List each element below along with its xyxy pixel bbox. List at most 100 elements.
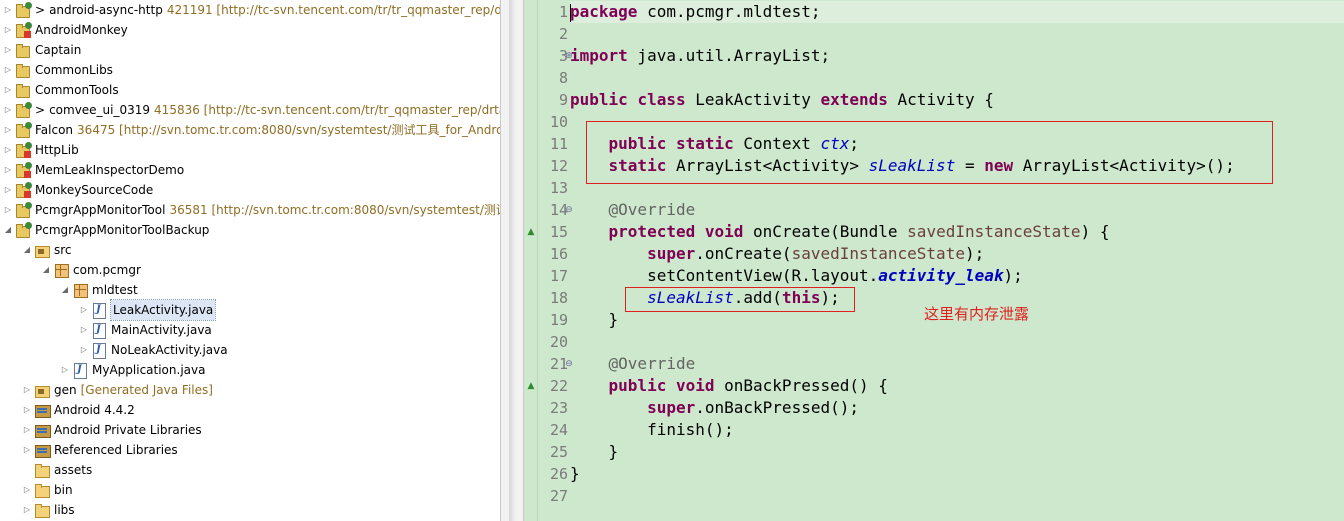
- line-number: 10: [549, 113, 568, 131]
- expanded-twistie-icon[interactable]: ◢: [40, 260, 52, 280]
- collapsed-twistie-icon[interactable]: ▷: [2, 40, 14, 60]
- collapsed-twistie-icon[interactable]: ▷: [21, 420, 33, 440]
- tree-item-decoration: 36581 [http://svn.tomc.tr.com:8080/svn/s…: [169, 203, 500, 217]
- code-line[interactable]: @Override: [570, 353, 696, 375]
- tree-item[interactable]: ▷ > android-async-http 421191 [http://tc-sv…: [2, 0, 500, 20]
- tree-item[interactable]: ▷ J MainActivity.java: [78, 320, 212, 340]
- folder-icon: [34, 462, 50, 478]
- collapsed-twistie-icon[interactable]: ▷: [2, 80, 14, 100]
- collapsed-twistie-icon[interactable]: ▷: [2, 140, 14, 160]
- panel-splitter[interactable]: [500, 0, 524, 521]
- project-icon: [15, 82, 31, 98]
- code-line[interactable]: finish();: [570, 419, 734, 441]
- collapsed-twistie-icon[interactable]: ▷: [2, 20, 14, 40]
- code-area[interactable]: package com.pcmgr.mldtest; import java.ut…: [570, 0, 1344, 521]
- code-token: Activity {: [887, 90, 994, 109]
- tree-item-decoration: 415836 [http://tc-svn.tencent.com/tr/tr_…: [154, 103, 500, 117]
- override-marker-icon[interactable]: ▲: [526, 375, 536, 397]
- code-line[interactable]: super.onCreate(savedInstanceState);: [570, 243, 984, 265]
- tree-item[interactable]: ◢ PcmgrAppMonitorToolBackup: [2, 220, 209, 240]
- code-line[interactable]: protected void onCreate(Bundle savedInst…: [570, 221, 1110, 243]
- collapsed-twistie-icon[interactable]: ▷: [2, 60, 14, 80]
- tree-item[interactable]: ▷ J LeakActivity.java: [78, 299, 217, 321]
- tree-item[interactable]: ▷ J MyApplication.java: [59, 360, 205, 380]
- code-line[interactable]: }: [570, 463, 580, 485]
- code-line[interactable]: public static Context ctx;: [570, 133, 859, 155]
- collapsed-twistie-icon[interactable]: ▷: [21, 500, 33, 520]
- tree-item[interactable]: assets: [21, 460, 92, 480]
- tree-item[interactable]: ▷ AndroidMonkey: [2, 20, 128, 40]
- collapsed-twistie-icon[interactable]: ▷: [2, 200, 14, 220]
- package-explorer: ▷ > android-async-http 421191 [http://tc-sv…: [0, 0, 500, 521]
- collapsed-twistie-icon[interactable]: ▷: [78, 320, 90, 340]
- tree-item[interactable]: ▷ bin: [21, 480, 73, 500]
- line-number-gutter: 1 2 3 ⊕ 8 9 10 11 12 13 14 ⊖ 15 16 17 18 19 20 21 ⊖ 22 23 24 25…: [538, 0, 573, 521]
- tree-item[interactable]: ▷ MonkeySourceCode: [2, 180, 153, 200]
- tree-item[interactable]: ▷ J NoLeakActivity.java: [78, 340, 228, 360]
- tree-item[interactable]: ▷ Falcon 36475 [http://svn.tomc.tr.com:808…: [2, 120, 500, 140]
- tree-item[interactable]: ▷ HttpLib: [2, 140, 79, 160]
- tree-item[interactable]: ◢ com.pcmgr: [40, 260, 141, 280]
- code-token: );: [964, 244, 985, 263]
- code-line[interactable]: import java.util.ArrayList;: [570, 45, 830, 67]
- expanded-twistie-icon[interactable]: ◢: [21, 240, 33, 260]
- code-line[interactable]: static ArrayList<Activity> sLeakList = n…: [570, 155, 1235, 177]
- collapsed-twistie-icon[interactable]: ▷: [21, 440, 33, 460]
- line-number: 18: [549, 289, 568, 307]
- code-line[interactable]: }: [570, 441, 619, 463]
- collapsed-twistie-icon[interactable]: ▷: [2, 180, 14, 200]
- tree-item[interactable]: ▷ Android 4.4.2: [21, 400, 135, 420]
- tree-item-label: NoLeakActivity.java: [111, 343, 228, 357]
- code-line[interactable]: }: [570, 309, 619, 331]
- collapsed-twistie-icon[interactable]: ▷: [2, 160, 14, 180]
- code-line[interactable]: super.onBackPressed();: [570, 397, 859, 419]
- tree-item[interactable]: ▷ MemLeakInspectorDemo: [2, 160, 184, 180]
- code-line[interactable]: package com.pcmgr.mldtest;: [570, 1, 1344, 23]
- tree-item[interactable]: ▷ Referenced Libraries: [21, 440, 178, 460]
- override-marker-icon[interactable]: ▲: [526, 221, 536, 243]
- collapsed-twistie-icon[interactable]: ▷: [21, 400, 33, 420]
- tree-item-label: libs: [54, 503, 75, 517]
- tree-item[interactable]: ▷ Captain: [2, 40, 81, 60]
- collapsed-twistie-icon[interactable]: ▷: [78, 340, 90, 360]
- collapsed-twistie-icon[interactable]: ▷: [21, 380, 33, 400]
- code-line[interactable]: public class LeakActivity extends Activi…: [570, 89, 994, 111]
- code-line[interactable]: public void onBackPressed() {: [570, 375, 888, 397]
- line-number: 26: [549, 465, 568, 483]
- code-line[interactable]: sLeakList.add(this);: [570, 287, 840, 309]
- line-number: 19: [549, 311, 568, 329]
- collapsed-twistie-icon[interactable]: ▷: [59, 360, 71, 380]
- tree-item-label: MonkeySourceCode: [35, 183, 154, 197]
- expanded-twistie-icon[interactable]: ◢: [59, 280, 71, 300]
- tree-item[interactable]: ▷ PcmgrAppMonitorTool 36581 [http://svn.to…: [2, 200, 500, 220]
- code-token: );: [820, 288, 840, 307]
- tree-item[interactable]: ▷ CommonTools: [2, 80, 119, 100]
- code-line[interactable]: setContentView(R.layout.activity_leak);: [570, 265, 1023, 287]
- code-editor[interactable]: ▲ ▲ 1 2 3 ⊕ 8 9 10 11 12 13 14 ⊖ 15 16 17 18 19 20 21 ⊖ 22 23 2…: [524, 0, 1344, 521]
- tree-item[interactable]: ▷ CommonLibs: [2, 60, 113, 80]
- tree-item[interactable]: ◢ src: [21, 240, 72, 260]
- collapsed-twistie-icon[interactable]: ▷: [21, 480, 33, 500]
- android-project-icon: [15, 222, 32, 238]
- tree-item[interactable]: ▷ libs: [21, 500, 75, 520]
- code-token: ) {: [1080, 222, 1110, 241]
- tree-item-decoration: [Generated Java Files]: [80, 383, 213, 397]
- tree-item[interactable]: ▷ > comvee_ui_0319 415836 [http://tc-svn.te…: [2, 100, 500, 120]
- code-line[interactable]: @Override: [570, 199, 696, 221]
- code-token: .add(: [733, 288, 782, 307]
- collapsed-twistie-icon[interactable]: ▷: [2, 100, 14, 120]
- tree-item[interactable]: ▷ Android Private Libraries: [21, 420, 202, 440]
- collapsed-twistie-icon[interactable]: ▷: [2, 120, 14, 140]
- collapsed-twistie-icon[interactable]: ▷: [2, 0, 14, 20]
- splitter-grip[interactable]: [509, 0, 515, 521]
- expanded-twistie-icon[interactable]: ◢: [2, 220, 14, 240]
- code-token: new: [984, 156, 1014, 175]
- tree-item[interactable]: ▷ gen [Generated Java Files]: [21, 380, 213, 400]
- tree-item[interactable]: ◢ mldtest: [59, 280, 138, 300]
- svn-project-icon: [15, 122, 32, 138]
- folder-icon: [34, 502, 50, 518]
- collapsed-twistie-icon[interactable]: ▷: [78, 300, 90, 320]
